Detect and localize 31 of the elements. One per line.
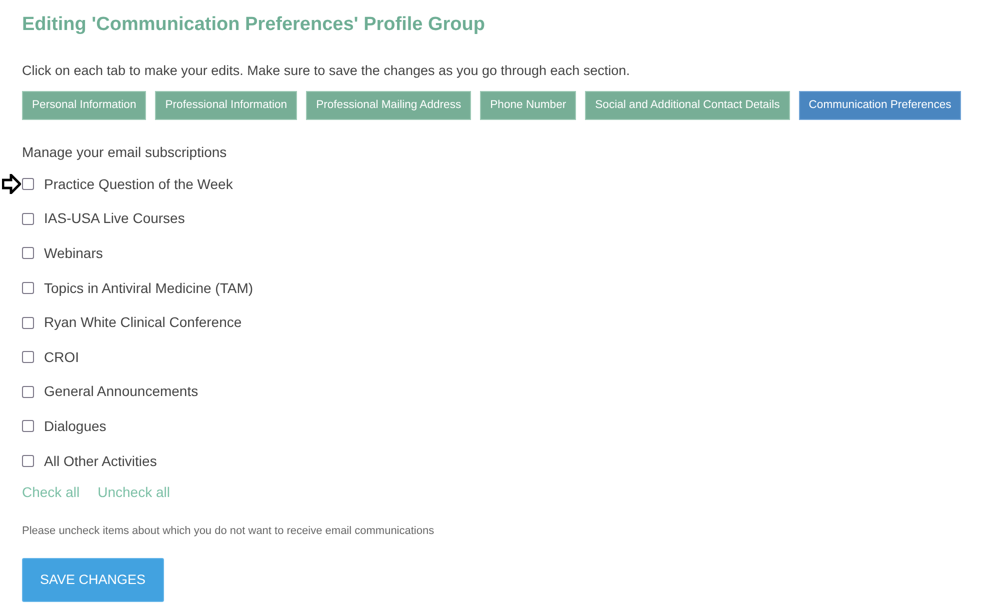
checkbox-label: CROI	[44, 348, 79, 367]
checkbox-label: All Other Activities	[44, 452, 157, 471]
save-button[interactable]: SAVE CHANGES	[22, 558, 164, 602]
checkbox[interactable]	[22, 420, 34, 432]
tab[interactable]: Professional Mailing Address	[306, 91, 472, 120]
checkbox-label: Practice Question of the Week	[44, 174, 233, 194]
link[interactable]: Uncheck all	[98, 482, 170, 504]
section-heading: Manage your email subscriptions	[22, 142, 228, 162]
checkbox[interactable]	[22, 212, 34, 225]
checkbox[interactable]	[22, 351, 34, 364]
tab[interactable]: Personal Information	[22, 91, 146, 120]
checkbox[interactable]	[22, 282, 34, 294]
tab[interactable]: Social and Additional Contact Details	[585, 91, 790, 120]
page-title: Editing 'Communication Preferences' Profile Group	[22, 14, 486, 37]
checkbox[interactable]	[22, 247, 34, 260]
checkbox-label: General Announcements	[44, 382, 198, 402]
instructions-text: Click on each tab to make your edits. Make sure to save the changes as you go through each section.	[22, 62, 631, 80]
checkbox-label: Dialogues	[44, 416, 106, 436]
checkbox[interactable]	[22, 316, 34, 329]
checkbox[interactable]	[22, 386, 34, 398]
tab[interactable]: Communication Preferences	[798, 91, 962, 120]
tab[interactable]: Phone Number	[480, 91, 576, 120]
note-text: Please uncheck items about which you do not want to receive email communications	[22, 524, 436, 540]
checkbox-label: Ryan White Clinical Conference	[44, 313, 242, 332]
link[interactable]: Check all	[22, 482, 80, 504]
tab[interactable]: Professional Information	[155, 91, 298, 120]
checkbox-label: Topics in Antiviral Medicine (TAM)	[44, 278, 254, 298]
checkbox[interactable]	[22, 455, 34, 468]
checkbox-label: IAS-USA Live Courses	[44, 209, 185, 228]
checkbox[interactable]	[22, 178, 34, 190]
checkbox-label: Webinars	[44, 244, 103, 263]
